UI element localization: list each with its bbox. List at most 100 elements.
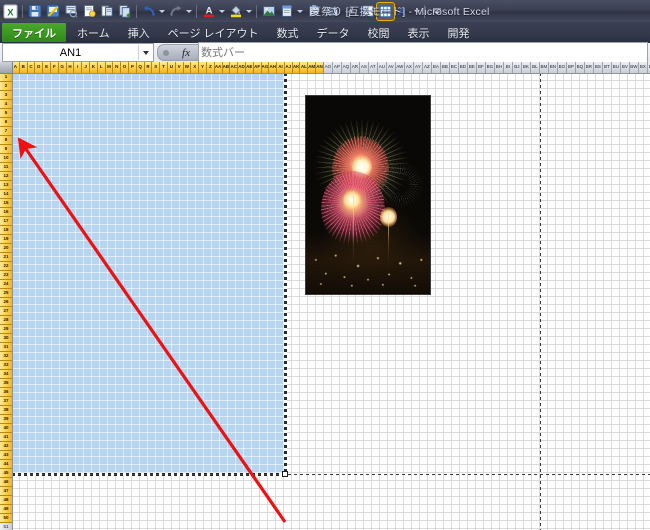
row-header-21[interactable]: 21 [0, 253, 12, 262]
quick-access-toolbar[interactable]: X A A [0, 0, 445, 22]
column-header-bu[interactable]: BU [612, 62, 621, 73]
column-header-e[interactable]: E [43, 62, 51, 73]
redo-dropdown-caret-icon[interactable] [185, 3, 193, 20]
tab-formulas[interactable]: 数式 [268, 22, 308, 43]
column-header-bj[interactable]: BJ [513, 62, 522, 73]
row-header-39[interactable]: 39 [0, 415, 12, 424]
row-header-1[interactable]: 1 [0, 73, 12, 82]
column-header-bb[interactable]: BB [441, 62, 450, 73]
row-header-27[interactable]: 27 [0, 307, 12, 316]
font-color-icon[interactable]: A [200, 3, 217, 20]
column-header-ag[interactable]: AG [261, 62, 270, 73]
insert-function-icon[interactable]: fx [174, 44, 198, 61]
customize-toolbar-icon[interactable] [428, 3, 445, 20]
quick-print-icon[interactable] [44, 3, 61, 20]
row-header-30[interactable]: 30 [0, 334, 12, 343]
column-header-an[interactable]: AN [316, 62, 324, 73]
row-header-15[interactable]: 15 [0, 199, 12, 208]
row-header-46[interactable]: 46 [0, 478, 12, 487]
column-header-bf[interactable]: BF [477, 62, 486, 73]
row-header-18[interactable]: 18 [0, 226, 12, 235]
row-header-37[interactable]: 37 [0, 397, 12, 406]
row-header-40[interactable]: 40 [0, 424, 12, 433]
page-setup-icon[interactable] [278, 3, 295, 20]
column-header-aa[interactable]: AA [214, 62, 223, 73]
column-header-ae[interactable]: AE [245, 62, 254, 73]
row-header-44[interactable]: 44 [0, 460, 12, 469]
column-header-ai[interactable]: AI [277, 62, 285, 73]
function-icon[interactable]: f [341, 3, 358, 20]
row-header-36[interactable]: 36 [0, 388, 12, 397]
row-header-45[interactable]: 45 [0, 469, 12, 478]
row-header-5[interactable]: 5 [0, 109, 12, 118]
column-header-as[interactable]: AS [360, 62, 369, 73]
save-icon[interactable] [26, 3, 43, 20]
column-header-f[interactable]: F [50, 62, 59, 73]
open-file-icon[interactable] [98, 3, 115, 20]
column-header-d[interactable]: D [35, 62, 44, 73]
column-header-af[interactable]: AF [253, 62, 262, 73]
column-header-l[interactable]: L [97, 62, 106, 73]
tab-data[interactable]: データ [308, 22, 359, 43]
row-header-48[interactable]: 48 [0, 496, 12, 505]
excel-logo-icon[interactable]: X [2, 3, 19, 20]
column-header-h[interactable]: H [66, 62, 75, 73]
cell-grid[interactable] [12, 73, 650, 530]
column-header-ar[interactable]: AR [351, 62, 360, 73]
row-header-12[interactable]: 12 [0, 172, 12, 181]
name-box-caret-icon[interactable] [138, 45, 153, 60]
name-box[interactable]: AN1 [2, 43, 154, 62]
column-header-az[interactable]: AZ [423, 62, 432, 73]
row-header-13[interactable]: 13 [0, 181, 12, 190]
row-header-17[interactable]: 17 [0, 217, 12, 226]
column-header-at[interactable]: AT [369, 62, 378, 73]
column-header-bk[interactable]: BK [522, 62, 531, 73]
selected-range[interactable] [12, 73, 285, 474]
column-header-al[interactable]: AL [300, 62, 309, 73]
row-header-42[interactable]: 42 [0, 442, 12, 451]
column-header-ak[interactable]: AK [292, 62, 301, 73]
column-header-bl[interactable]: BL [531, 62, 540, 73]
paste-special-icon[interactable] [305, 3, 322, 20]
row-header-29[interactable]: 29 [0, 325, 12, 334]
column-header-o[interactable]: O [121, 62, 129, 73]
column-header-br[interactable]: BR [585, 62, 594, 73]
column-header-ac[interactable]: AC [230, 62, 239, 73]
column-header-ah[interactable]: AH [269, 62, 278, 73]
column-header-ab[interactable]: AB [222, 62, 231, 73]
new-file-icon[interactable] [80, 3, 97, 20]
borders-icon[interactable] [359, 3, 376, 20]
row-header-7[interactable]: 7 [0, 127, 12, 136]
column-header-au[interactable]: AU [378, 62, 387, 73]
tab-file[interactable]: ファイル [2, 23, 66, 42]
row-header-41[interactable]: 41 [0, 433, 12, 442]
row-header-14[interactable]: 14 [0, 190, 12, 199]
column-header-bn[interactable]: BN [549, 62, 558, 73]
column-header-p[interactable]: P [128, 62, 137, 73]
column-header-ay[interactable]: AY [414, 62, 423, 73]
insert-picture-icon[interactable] [260, 3, 277, 20]
row-header-column[interactable]: 1 2 3 4 5 6 7 8 9 10 11 12 13 14 15 16 17 18 19 20 21 22 23 24 2… [0, 73, 13, 530]
column-header-bt[interactable]: BT [603, 62, 612, 73]
column-header-bg[interactable]: BG [486, 62, 495, 73]
gridline-toggle-icon[interactable] [376, 1, 395, 21]
row-header-8[interactable]: 8 [0, 136, 12, 145]
column-header-bv[interactable]: BV [621, 62, 630, 73]
column-header-ax[interactable]: AX [405, 62, 414, 73]
column-header-bq[interactable]: BQ [576, 62, 585, 73]
column-header-am[interactable]: AM [308, 62, 317, 73]
row-header-26[interactable]: 26 [0, 298, 12, 307]
row-header-4[interactable]: 4 [0, 100, 12, 109]
column-header-s[interactable]: S [152, 62, 161, 73]
column-header-bw[interactable]: BW [630, 62, 639, 73]
row-header-25[interactable]: 25 [0, 289, 12, 298]
select-all-corner-button[interactable] [0, 62, 13, 74]
column-header-bh[interactable]: BH [495, 62, 504, 73]
row-header-51[interactable]: 51 [0, 523, 12, 530]
column-header-q[interactable]: Q [136, 62, 145, 73]
page-setup-caret-icon[interactable] [296, 3, 304, 20]
row-header-50[interactable]: 50 [0, 514, 12, 523]
copy-icon[interactable] [116, 3, 133, 20]
column-header-u[interactable]: U [167, 62, 176, 73]
row-header-22[interactable]: 22 [0, 262, 12, 271]
